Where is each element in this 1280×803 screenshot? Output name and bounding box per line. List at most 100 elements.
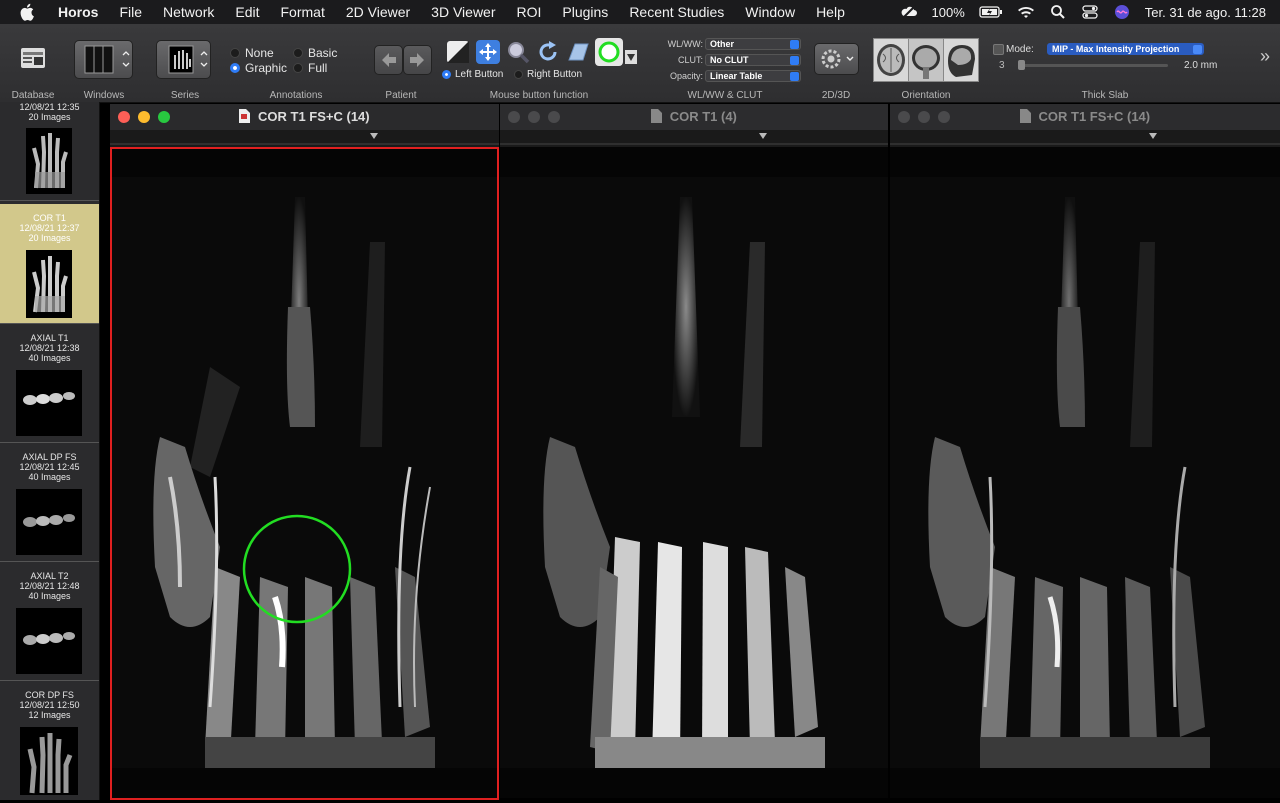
menu-recent-studies[interactable]: Recent Studies (629, 4, 724, 20)
thick-slab-mode-popup[interactable]: MIP - Max Intensity Projection (1047, 43, 1204, 55)
apple-menu-icon[interactable] (20, 3, 36, 21)
menu-roi[interactable]: ROI (517, 4, 542, 20)
orientation-sagittal-button[interactable] (943, 38, 979, 82)
thick-slab-checkbox[interactable] (993, 44, 1004, 55)
left-button-radio[interactable]: Left Button (442, 69, 503, 80)
minimize-window-button[interactable] (528, 111, 540, 123)
wifi-icon[interactable] (1017, 4, 1035, 20)
annotation-graphic-label: Graphic (245, 61, 288, 75)
thick-slab-value: 2.0 mm (1184, 60, 1218, 71)
series-count: 12 Images (28, 710, 71, 720)
series-thumbnail[interactable] (20, 727, 78, 795)
clock[interactable]: Ter. 31 de ago. 11:28 (1145, 5, 1266, 20)
image-viewport[interactable] (500, 147, 888, 798)
orientation-axial-button[interactable] (873, 38, 909, 82)
image-viewport[interactable] (890, 147, 1280, 798)
battery-icon[interactable] (979, 4, 1003, 20)
toolbar-overflow-button[interactable]: » (1260, 46, 1270, 67)
siri-icon[interactable] (1113, 4, 1131, 20)
menu-file[interactable]: File (119, 4, 142, 20)
mri-hand-image[interactable] (890, 147, 1280, 798)
menu-2d-viewer[interactable]: 2D Viewer (346, 4, 410, 20)
clut-popup[interactable]: No CLUT (705, 54, 801, 66)
slice-ruler[interactable] (890, 131, 1280, 147)
menu-format[interactable]: Format (281, 4, 325, 20)
mri-hand-image[interactable] (110, 147, 499, 798)
menu-help[interactable]: Help (816, 4, 845, 20)
image-viewport[interactable] (110, 147, 499, 798)
popup-caret-icon (790, 72, 799, 81)
control-center-icon[interactable] (1081, 4, 1099, 20)
annotation-graphic-radio[interactable]: Graphic (230, 61, 287, 75)
annotation-none-radio[interactable]: None (230, 46, 274, 60)
series-thumbnail[interactable] (26, 128, 72, 194)
hand-thumbnail-icon (168, 45, 208, 74)
spotlight-search-icon[interactable] (1049, 4, 1067, 20)
menu-plugins[interactable]: Plugins (562, 4, 608, 20)
menu-edit[interactable]: Edit (235, 4, 259, 20)
scroll-tool-icon[interactable] (566, 40, 590, 64)
windows-label: Windows (83, 90, 125, 101)
series-thumbnail[interactable] (26, 250, 72, 318)
orientation-coronal-button[interactable] (908, 38, 944, 82)
menu-app-name[interactable]: Horos (58, 4, 98, 20)
document-icon (239, 109, 251, 123)
thick-slab-slider[interactable] (1018, 60, 1168, 70)
radio-icon (230, 48, 240, 58)
slider-knob[interactable] (1018, 60, 1025, 70)
menu-network[interactable]: Network (163, 4, 214, 20)
annotation-basic-radio[interactable]: Basic (293, 46, 337, 60)
next-patient-button[interactable] (403, 45, 432, 75)
series-item[interactable]: COR DP FS 12/08/21 12:50 12 Images (0, 681, 99, 800)
previous-patient-button[interactable] (374, 45, 403, 75)
slice-ruler[interactable] (110, 131, 499, 147)
series-name: AXIAL DP FS (22, 452, 77, 462)
series-item[interactable]: AXIAL DP FS 12/08/21 12:45 40 Images (0, 443, 99, 562)
close-window-button[interactable] (118, 111, 130, 123)
roi-tool-dropdown-icon[interactable] (625, 50, 637, 64)
zoom-window-button[interactable] (548, 111, 560, 123)
viewer-titlebar[interactable]: COR T1 FS+C (14) (890, 104, 1280, 131)
mri-hand-image[interactable] (500, 147, 888, 798)
right-button-radio[interactable]: Right Button (514, 69, 582, 80)
move-tool-icon[interactable] (476, 40, 500, 64)
oval-roi-tool-icon[interactable] (595, 38, 623, 66)
viewer-titlebar[interactable]: COR T1 FS+C (14) (110, 104, 499, 131)
series-popup[interactable] (156, 40, 211, 79)
zoom-tool-icon[interactable] (506, 40, 530, 64)
2d3d-popup[interactable] (814, 43, 859, 75)
wlww-popup[interactable]: Other (705, 38, 801, 50)
menu-3d-viewer[interactable]: 3D Viewer (431, 4, 495, 20)
viewer-titlebar[interactable]: COR T1 (4) (500, 104, 888, 131)
series-item[interactable]: AXIAL T1 12/08/21 12:38 40 Images (0, 324, 99, 443)
series-item[interactable]: 12/08/21 12:35 20 Images (0, 102, 99, 201)
cloud-sync-icon[interactable] (900, 4, 918, 20)
annotation-none-label: None (245, 46, 274, 60)
zoom-window-button[interactable] (158, 111, 170, 123)
menu-window[interactable]: Window (745, 4, 795, 20)
series-sidebar: 12/08/21 12:35 20 Images COR T1 12/08/21… (0, 102, 100, 800)
viewer-window-1[interactable]: COR T1 FS+C (14) (110, 104, 499, 800)
minimize-window-button[interactable] (138, 111, 150, 123)
series-item[interactable]: AXIAL T2 12/08/21 12:48 40 Images (0, 562, 99, 681)
window-level-tool-icon[interactable] (446, 40, 470, 64)
opacity-popup[interactable]: Linear Table (705, 70, 801, 82)
series-item-selected[interactable]: COR T1 12/08/21 12:37 20 Images (0, 204, 99, 324)
windows-layout-popup[interactable] (74, 40, 133, 79)
series-thumbnail[interactable] (16, 608, 82, 674)
slice-ruler-ticks (110, 133, 499, 145)
close-window-button[interactable] (508, 111, 520, 123)
minimize-window-button[interactable] (918, 111, 930, 123)
close-window-button[interactable] (898, 111, 910, 123)
series-thumbnail[interactable] (16, 370, 82, 436)
viewer-window-2[interactable]: COR T1 (4) (500, 104, 888, 800)
database-button[interactable] (20, 46, 46, 70)
annotation-full-radio[interactable]: Full (293, 61, 327, 75)
series-thumbnail[interactable] (16, 489, 82, 555)
zoom-window-button[interactable] (938, 111, 950, 123)
menubar: Horos File Network Edit Format 2D Viewer… (0, 0, 1280, 24)
slice-ruler[interactable] (500, 131, 888, 147)
2d3d-label: 2D/3D (821, 90, 851, 101)
viewer-window-3[interactable]: COR T1 FS+C (14) (890, 104, 1280, 800)
rotate-tool-icon[interactable] (536, 40, 560, 64)
